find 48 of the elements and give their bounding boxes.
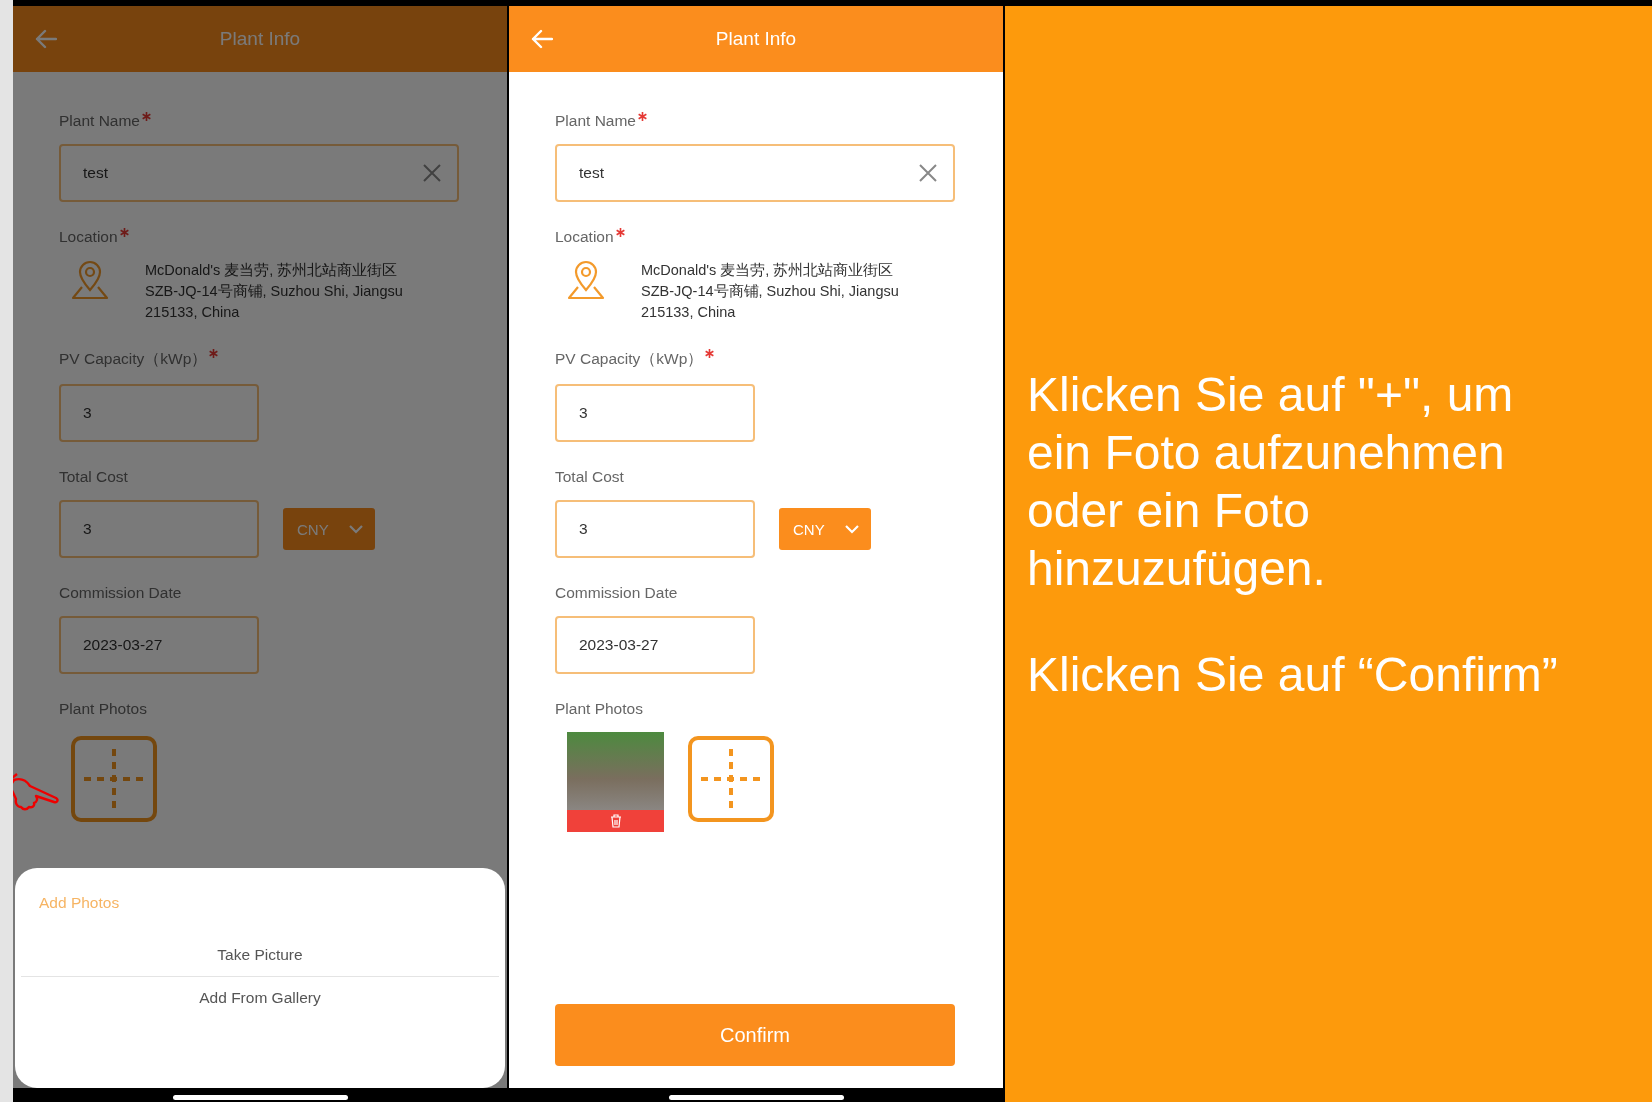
close-icon[interactable] [919,164,937,182]
input-field[interactable]: 3 [555,500,755,558]
input-field[interactable]: 3 [555,384,755,442]
confirm-button[interactable]: Confirm [555,1004,955,1066]
sheet-title: Add Photos [39,894,120,912]
field-label: PV Capacity（kWp） [555,349,704,369]
instruction-text: Klicken Sie auf "+", um ein Foto aufzunehmen oder ein Foto hinzuzufügen. [1027,367,1515,597]
trash-icon [609,814,622,828]
currency-dropdown[interactable]: CNY [779,508,871,550]
field-label: Location [59,228,118,246]
sheet-option[interactable]: Add From Gallery [15,977,505,1019]
pointing-hand-icon [13,772,61,812]
back-button[interactable] [531,29,553,49]
address-text: McDonald's 麦当劳, 苏州北站商业街区 SZB-JQ-14号商铺, Suzhou Shi, Jiangsu 215133, China [145,261,403,322]
instruction-text: Klicken Sie auf “Confirm” [1027,647,1559,703]
field-label: Plant Photos [59,700,147,718]
screen-title: Plant Info [715,28,797,50]
sheet-option[interactable]: Take Picture [15,934,505,976]
add-photo-button[interactable] [688,736,774,822]
input-field[interactable]: 2023-03-27 [555,616,755,674]
close-icon[interactable] [423,164,441,182]
address-text: McDonald's 麦当劳, 苏州北站商业街区 SZB-JQ-14号商铺, Suzhou Shi, Jiangsu 215133, China [641,261,899,322]
field-label: Plant Photos [555,700,643,718]
input-field[interactable]: 3 [59,500,259,558]
location-pin-icon [71,260,109,300]
input-field[interactable]: 3 [59,384,259,442]
delete-photo-button[interactable] [567,810,664,832]
field-label: Plant Name [555,112,636,130]
screen-title: Plant Info [219,28,301,50]
name-field[interactable]: test [59,144,459,202]
field-label: Commission Date [555,584,678,602]
input-field[interactable]: 2023-03-27 [59,616,259,674]
arrow-left-icon [35,29,57,49]
field-label: Total Cost [59,468,128,486]
add-photo-button[interactable] [71,736,157,822]
field-label: Plant Name [59,112,140,130]
field-label: PV Capacity（kWp） [59,349,208,369]
field-label: Location [555,228,614,246]
chevron-down-icon [845,524,859,534]
field-label: Commission Date [59,584,182,602]
location-pin-icon [567,260,605,300]
arrow-left-icon [531,29,553,49]
back-button[interactable] [35,29,57,49]
field-label: Total Cost [555,468,624,486]
chevron-down-icon [349,524,363,534]
plus-icon [82,747,146,811]
plus-icon [699,747,763,811]
name-field[interactable]: test [555,144,955,202]
